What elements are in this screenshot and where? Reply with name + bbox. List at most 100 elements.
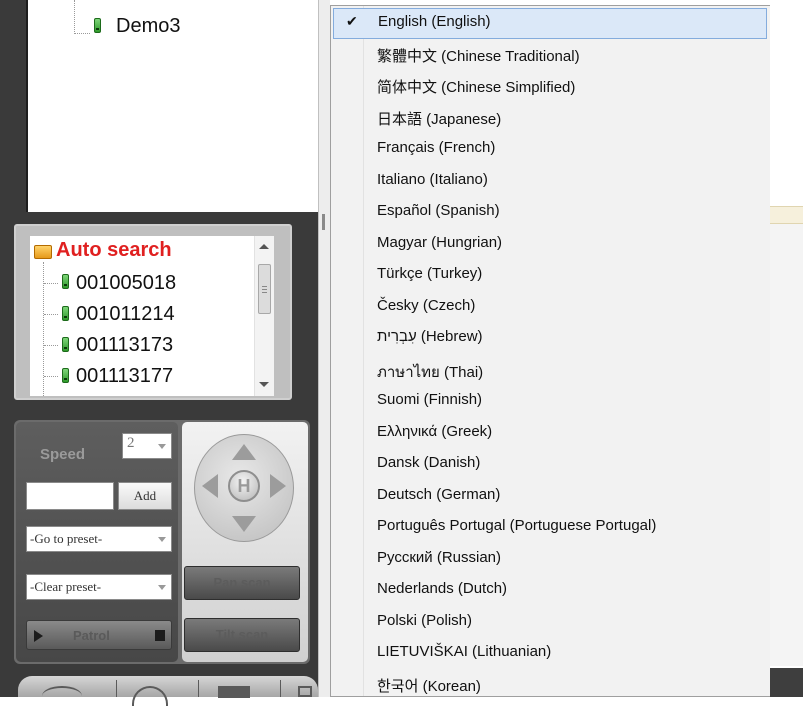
grip-line [262, 286, 267, 287]
device-item-label[interactable]: Demo3 [116, 15, 180, 38]
device-item-label: 001113177 [76, 365, 174, 387]
folder-icon [34, 245, 52, 259]
device-icon [94, 18, 101, 33]
checkmark-icon: ✔ [346, 13, 358, 29]
menu-item-label: Suomi (Finnish) [377, 391, 483, 408]
toolbar-divider [280, 680, 281, 697]
toolbar-divider [198, 680, 199, 697]
clear-preset-value: -Clear preset- [30, 579, 102, 594]
menu-item-german[interactable]: Deutsch (German) [331, 481, 769, 512]
arrow-right-icon[interactable] [270, 474, 286, 498]
grid-icon[interactable] [298, 686, 312, 697]
clear-preset-select[interactable]: -Clear preset- [26, 574, 172, 600]
speed-value: 2 [127, 435, 135, 451]
menu-item-turkish[interactable]: Türkçe (Turkey) [331, 260, 769, 291]
scroll-up-icon[interactable] [259, 244, 269, 249]
circle-icon[interactable] [132, 686, 168, 706]
menu-item-polish[interactable]: Polski (Polish) [331, 607, 769, 638]
menu-item-japanese[interactable]: 日本語 (Japanese) [331, 103, 769, 134]
home-button[interactable]: H [228, 470, 260, 502]
rotate-icon[interactable] [42, 686, 82, 706]
stop-icon[interactable] [155, 630, 165, 641]
device-tree: Demo3 [26, 0, 318, 212]
device-icon [62, 274, 69, 289]
add-preset-button[interactable]: Add [118, 482, 172, 510]
menu-item-label: ภาษาไทย (Thai) [377, 364, 484, 381]
preset-name-input[interactable] [26, 482, 114, 510]
menu-item-label: Magyar (Hungrian) [377, 234, 503, 251]
menu-item-english[interactable]: ✔ English (English) [333, 8, 767, 39]
menu-item-french[interactable]: Français (French) [331, 134, 769, 165]
auto-search-panel: Auto search 001005018 001011214 00111317… [14, 224, 292, 400]
menu-item-label: Français (French) [377, 139, 496, 156]
arrow-down-icon[interactable] [232, 516, 256, 532]
tree-connector [44, 314, 58, 315]
menu-item-label: LIETUVIŠKAI (Lithuanian) [377, 643, 552, 660]
menu-item-label: 繁體中文 (Chinese Traditional) [377, 48, 580, 65]
background-window [770, 0, 803, 697]
scroll-down-icon[interactable] [259, 382, 269, 387]
menu-item-chinese-traditional[interactable]: 繁體中文 (Chinese Traditional) [331, 40, 769, 71]
left-panel: Demo3 Auto search 001005018 001011214 00… [0, 0, 318, 706]
background-header-bar [770, 206, 803, 224]
auto-search-list[interactable]: Auto search 001005018 001011214 00111317… [30, 236, 274, 396]
menu-item-portuguese[interactable]: Português Portugal (Portuguese Portugal) [331, 512, 769, 543]
chevron-down-icon [158, 537, 166, 542]
tree-connector [44, 283, 58, 284]
menu-item-thai[interactable]: ภาษาไทย (Thai) [331, 355, 769, 386]
speed-select[interactable]: 2 [122, 433, 172, 459]
menu-item-danish[interactable]: Dansk (Danish) [331, 449, 769, 480]
toolbar-divider [116, 680, 117, 697]
device-item-label: 001113173 [76, 334, 174, 356]
splitter[interactable] [318, 0, 330, 697]
menu-item-czech[interactable]: Česky (Czech) [331, 292, 769, 323]
menu-item-label: Türkçe (Turkey) [377, 265, 483, 282]
ptz-settings: Speed 2 Add -Go to preset- -Clear preset… [16, 422, 178, 662]
menu-item-label: English (English) [378, 13, 491, 30]
tilt-scan-button[interactable]: Tilt scan [184, 618, 300, 652]
device-icon [62, 306, 69, 321]
play-icon[interactable] [34, 630, 43, 642]
list-scrollbar[interactable] [254, 236, 274, 396]
menu-item-spanish[interactable]: Español (Spanish) [331, 197, 769, 228]
auto-search-title[interactable]: Auto search [56, 239, 172, 262]
scroll-thumb[interactable] [258, 264, 271, 314]
background-content [770, 224, 803, 666]
background-toolbar-button[interactable] [770, 668, 803, 697]
menu-item-korean[interactable]: 한국어 (Korean) [331, 670, 769, 696]
device-item-label: 001011214 [76, 303, 175, 325]
pan-scan-button[interactable]: Pan scan [184, 566, 300, 600]
menu-item-italian[interactable]: Italiano (Italiano) [331, 166, 769, 197]
menu-item-label: 简体中文 (Chinese Simplified) [377, 79, 576, 96]
device-icon [62, 368, 69, 383]
menu-item-lithuanian[interactable]: LIETUVIŠKAI (Lithuanian) [331, 638, 769, 669]
screen-icon[interactable] [218, 686, 250, 698]
arrow-left-icon[interactable] [202, 474, 218, 498]
menu-item-finnish[interactable]: Suomi (Finnish) [331, 386, 769, 417]
grip-line [262, 289, 267, 290]
menu-item-label: Nederlands (Dutch) [377, 580, 508, 597]
menu-item-label: Português Portugal (Portuguese Portugal) [377, 517, 657, 534]
chevron-down-icon [158, 585, 166, 590]
speed-label: Speed [40, 446, 86, 463]
grip-line [262, 292, 267, 293]
device-icon [62, 337, 69, 352]
menu-item-dutch[interactable]: Nederlands (Dutch) [331, 575, 769, 606]
menu-item-label: Polski (Polish) [377, 612, 473, 629]
menu-item-chinese-simplified[interactable]: 简体中文 (Chinese Simplified) [331, 71, 769, 102]
menu-item-label: 한국어 (Korean) [377, 678, 481, 695]
go-to-preset-select[interactable]: -Go to preset- [26, 526, 172, 552]
menu-item-russian[interactable]: Русский (Russian) [331, 544, 769, 575]
patrol-control: Patrol [26, 620, 172, 650]
patrol-label: Patrol [73, 628, 110, 643]
bottom-toolbar [18, 676, 318, 706]
tree-connector [74, 0, 75, 34]
menu-item-greek[interactable]: Ελληνικά (Greek) [331, 418, 769, 449]
menu-item-hungarian[interactable]: Magyar (Hungrian) [331, 229, 769, 260]
direction-pad: H [194, 430, 294, 546]
menu-item-hebrew[interactable]: עִבְרִית (Hebrew) [331, 323, 769, 354]
tree-connector [74, 33, 90, 34]
arrow-up-icon[interactable] [232, 444, 256, 460]
menu-item-label: Ελληνικά (Greek) [377, 423, 493, 440]
menu-item-label: Deutsch (German) [377, 486, 501, 503]
